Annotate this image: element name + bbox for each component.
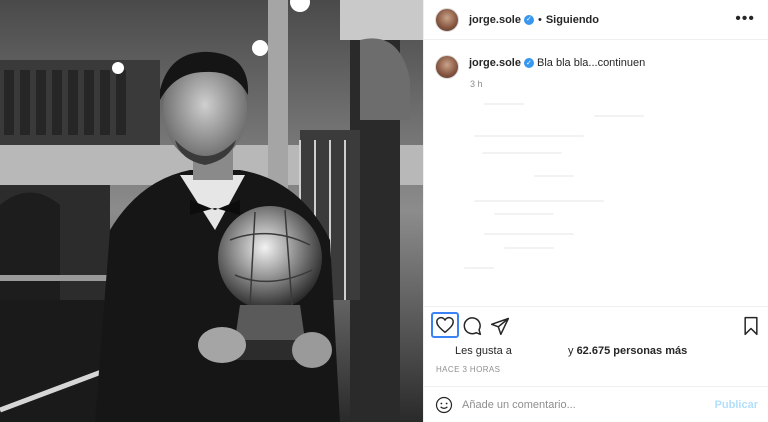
action-bar: [424, 306, 768, 346]
author-avatar[interactable]: [435, 7, 459, 32]
send-icon: [490, 317, 510, 336]
emoji-icon[interactable]: [435, 396, 453, 414]
save-button[interactable]: [738, 314, 764, 338]
faded-comments: [424, 95, 768, 300]
post-photo: [0, 0, 423, 422]
comment-button[interactable]: [459, 314, 485, 338]
verified-badge-icon: ✓: [523, 14, 534, 25]
caption-avatar[interactable]: [435, 55, 459, 79]
follow-status-button[interactable]: Siguiendo: [546, 14, 599, 26]
comment-input[interactable]: [462, 398, 702, 411]
share-button[interactable]: [487, 314, 513, 338]
likes-prefix: Les gusta a: [455, 345, 512, 357]
caption-username[interactable]: jorge.sole: [469, 57, 521, 69]
add-comment-bar: Publicar: [424, 386, 768, 422]
post-header: jorge.sole ✓ • Siguiendo •••: [424, 0, 768, 40]
more-options-icon[interactable]: •••: [735, 10, 755, 28]
post-side-panel: jorge.sole ✓ • Siguiendo ••• jorge.sole ✓…: [423, 0, 768, 422]
post-timestamp[interactable]: HACE 3 HORAS: [436, 365, 500, 374]
caption-text-block: jorge.sole ✓ Bla bla bla...continuen: [469, 55, 645, 71]
author-username[interactable]: jorge.sole: [469, 14, 521, 26]
caption-body: Bla bla bla...continuen: [537, 57, 646, 69]
comment-icon: [463, 317, 482, 336]
publish-button[interactable]: Publicar: [715, 399, 758, 411]
bookmark-icon: [744, 316, 758, 336]
caption-verified-badge-icon: ✓: [523, 58, 534, 69]
likes-summary[interactable]: y 62.675 personas más: [568, 345, 687, 357]
caption-time[interactable]: 3 h: [470, 79, 483, 89]
caption: jorge.sole ✓ Bla bla bla...continuen: [435, 55, 645, 79]
header-separator: •: [537, 13, 542, 26]
like-button[interactable]: [431, 312, 459, 338]
likes-suffix-pre: y: [568, 345, 577, 357]
heart-icon: [436, 316, 454, 334]
likes-count[interactable]: 62.675 personas más: [577, 345, 688, 357]
photo-illustration: [0, 0, 423, 422]
